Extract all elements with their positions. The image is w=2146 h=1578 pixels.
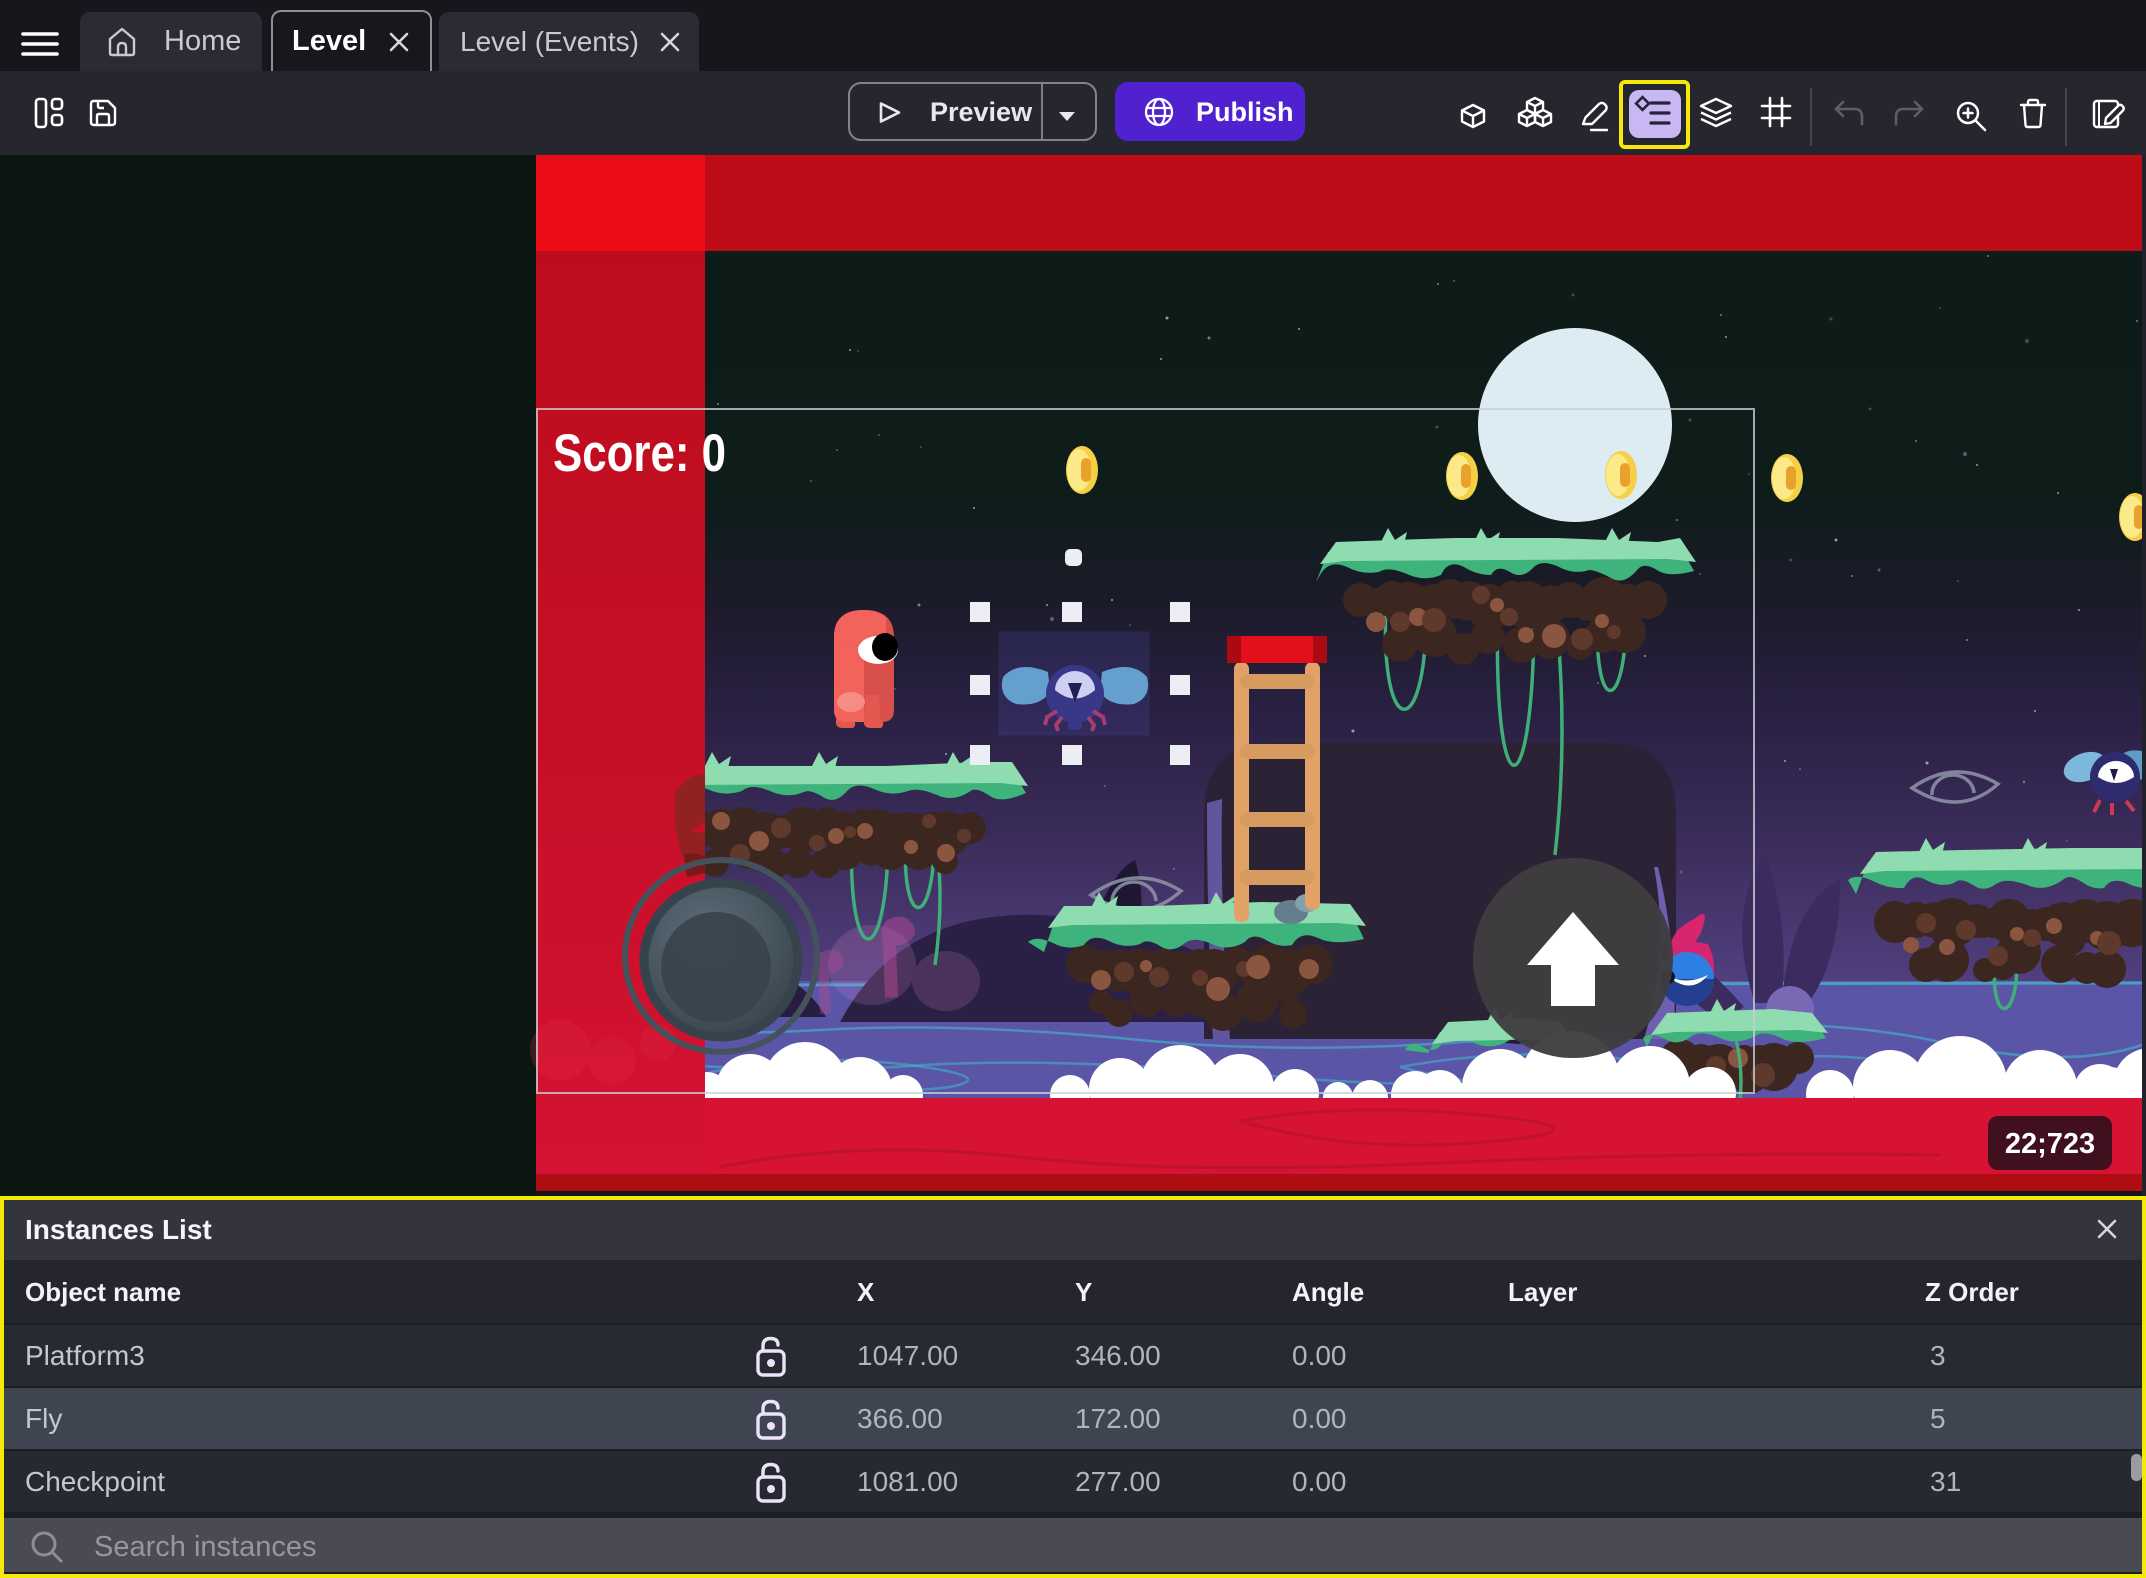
svg-text:22;723: 22;723 xyxy=(2005,1128,2095,1160)
svg-text:Score: 0: Score: 0 xyxy=(553,424,726,483)
